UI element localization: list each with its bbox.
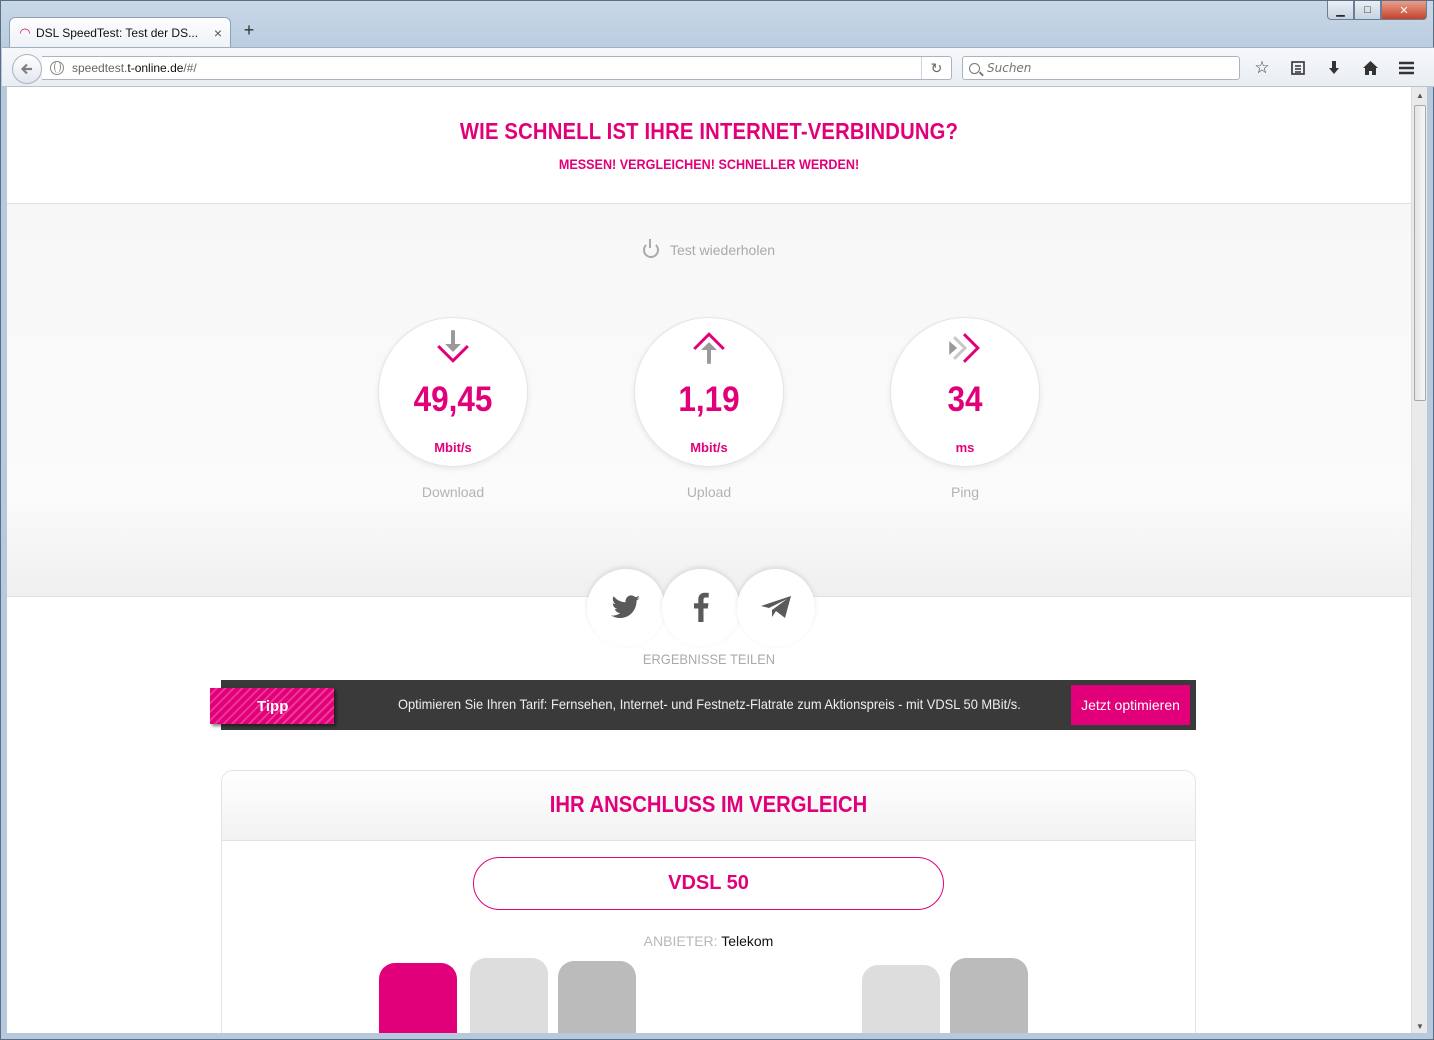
ping-arrow-icon [949, 333, 980, 363]
page-subtitle: MESSEN! VERGLEICHEN! SCHNELLER WERDEN! [558, 156, 860, 172]
comparison-bar-4 [862, 965, 940, 1033]
results-section: Test wiederholen 49,45 Mbit/s Download 1… [7, 204, 1411, 597]
tipp-text: Optimieren Sie Ihren Tarif: Fernsehen, I… [398, 696, 1021, 712]
page-scrollbar[interactable]: ▲ ▼ [1411, 87, 1427, 1033]
comparison-bar-2 [470, 958, 548, 1033]
home-icon[interactable] [1356, 56, 1384, 80]
toolbar-icons: ☆ [1248, 56, 1420, 80]
download-value: 49,45 [413, 380, 493, 419]
close-window-button[interactable]: ✕ [1381, 1, 1427, 20]
share-section: ERGEBNISSE TEILEN [7, 569, 1411, 667]
plan-selector[interactable]: VDSL 50 [473, 857, 944, 910]
scroll-down-icon[interactable]: ▼ [1416, 1022, 1424, 1031]
comparison-bar-5 [950, 958, 1028, 1033]
downloads-icon[interactable] [1320, 56, 1348, 80]
upload-arrow-icon [693, 332, 725, 364]
globe-icon [50, 61, 64, 75]
ping-gauge: 34 ms Ping [890, 317, 1040, 500]
share-telegram-button[interactable] [737, 569, 815, 647]
download-unit: Mbit/s [434, 440, 472, 455]
back-arrow-icon [20, 63, 32, 75]
download-label: Download [421, 484, 485, 500]
upload-label: Upload [686, 484, 732, 500]
maximize-button[interactable]: □ [1354, 1, 1381, 20]
search-input[interactable] [987, 61, 1227, 75]
reload-icon[interactable]: ↻ [921, 57, 951, 79]
window-controls: ▁ □ ✕ [1327, 1, 1427, 20]
minimize-button[interactable]: ▁ [1327, 1, 1354, 20]
provider-line: ANBIETER: Telekom [222, 933, 1195, 949]
repeat-test-button[interactable]: Test wiederholen [7, 239, 1411, 258]
share-label: ERGEBNISSE TEILEN [642, 651, 776, 667]
back-button[interactable] [12, 54, 42, 84]
download-arrow-icon [437, 330, 469, 363]
tab-speedtest[interactable]: ◠ DSL SpeedTest: Test der DS... × [9, 17, 231, 47]
tipp-badge: Tipp [210, 688, 334, 724]
upload-circle: 1,19 Mbit/s [634, 317, 784, 467]
share-twitter-button[interactable] [587, 569, 665, 647]
ping-label: Ping [950, 484, 980, 500]
upload-value: 1,19 [678, 380, 740, 419]
comparison-bar-3 [558, 961, 636, 1033]
speedometer-icon: ◠ [20, 24, 30, 40]
repeat-test-label: Test wiederholen [669, 242, 776, 258]
bookmark-star-icon[interactable]: ☆ [1248, 56, 1276, 80]
search-bar[interactable] [962, 56, 1240, 80]
power-icon [642, 239, 659, 258]
page-viewport: WIE SCHNELL IST IHRE INTERNET-VERBINDUNG… [7, 87, 1411, 1033]
comparison-title: IHR ANSCHLUSS IM VERGLEICH [549, 791, 868, 817]
tab-title: DSL SpeedTest: Test der DS... [36, 25, 199, 40]
scroll-thumb[interactable] [1414, 105, 1426, 401]
tab-strip: ◠ DSL SpeedTest: Test der DS... × + [9, 17, 259, 47]
reading-list-icon[interactable] [1284, 56, 1312, 80]
new-tab-button[interactable]: + [239, 20, 259, 41]
url-text[interactable]: speedtest.t-online.de/#/ [72, 61, 197, 75]
menu-icon[interactable] [1392, 56, 1420, 80]
download-gauge: 49,45 Mbit/s Download [378, 317, 528, 500]
telegram-icon [761, 596, 791, 618]
page-title: WIE SCHNELL IST IHRE INTERNET-VERBINDUNG… [459, 118, 959, 144]
optimize-button[interactable]: Jetzt optimieren [1071, 685, 1190, 725]
comparison-panel: IHR ANSCHLUSS IM VERGLEICH VDSL 50 ANBIE… [221, 770, 1196, 1033]
provider-value: Telekom [721, 933, 774, 949]
upload-unit: Mbit/s [690, 440, 728, 455]
comparison-bar-own [379, 963, 457, 1033]
ping-value: 34 [947, 380, 983, 419]
search-icon [969, 62, 980, 74]
download-circle: 49,45 Mbit/s [378, 317, 528, 467]
ping-unit: ms [955, 440, 975, 455]
close-tab-icon[interactable]: × [214, 25, 222, 41]
ping-circle: 34 ms [890, 317, 1040, 467]
provider-label: ANBIETER: [643, 933, 718, 949]
twitter-icon [611, 595, 640, 619]
hero-section: WIE SCHNELL IST IHRE INTERNET-VERBINDUNG… [7, 87, 1411, 204]
comparison-header: IHR ANSCHLUSS IM VERGLEICH [222, 771, 1195, 841]
tipp-banner: Tipp Optimieren Sie Ihren Tarif: Fernseh… [210, 680, 1196, 730]
url-bar[interactable]: speedtest.t-online.de/#/ ↻ [42, 56, 952, 80]
navigation-bar: speedtest.t-online.de/#/ ↻ ☆ [2, 47, 1434, 87]
facebook-icon [694, 592, 709, 622]
upload-gauge: 1,19 Mbit/s Upload [634, 317, 784, 500]
scroll-up-icon[interactable]: ▲ [1416, 91, 1424, 100]
share-facebook-button[interactable] [662, 569, 740, 647]
